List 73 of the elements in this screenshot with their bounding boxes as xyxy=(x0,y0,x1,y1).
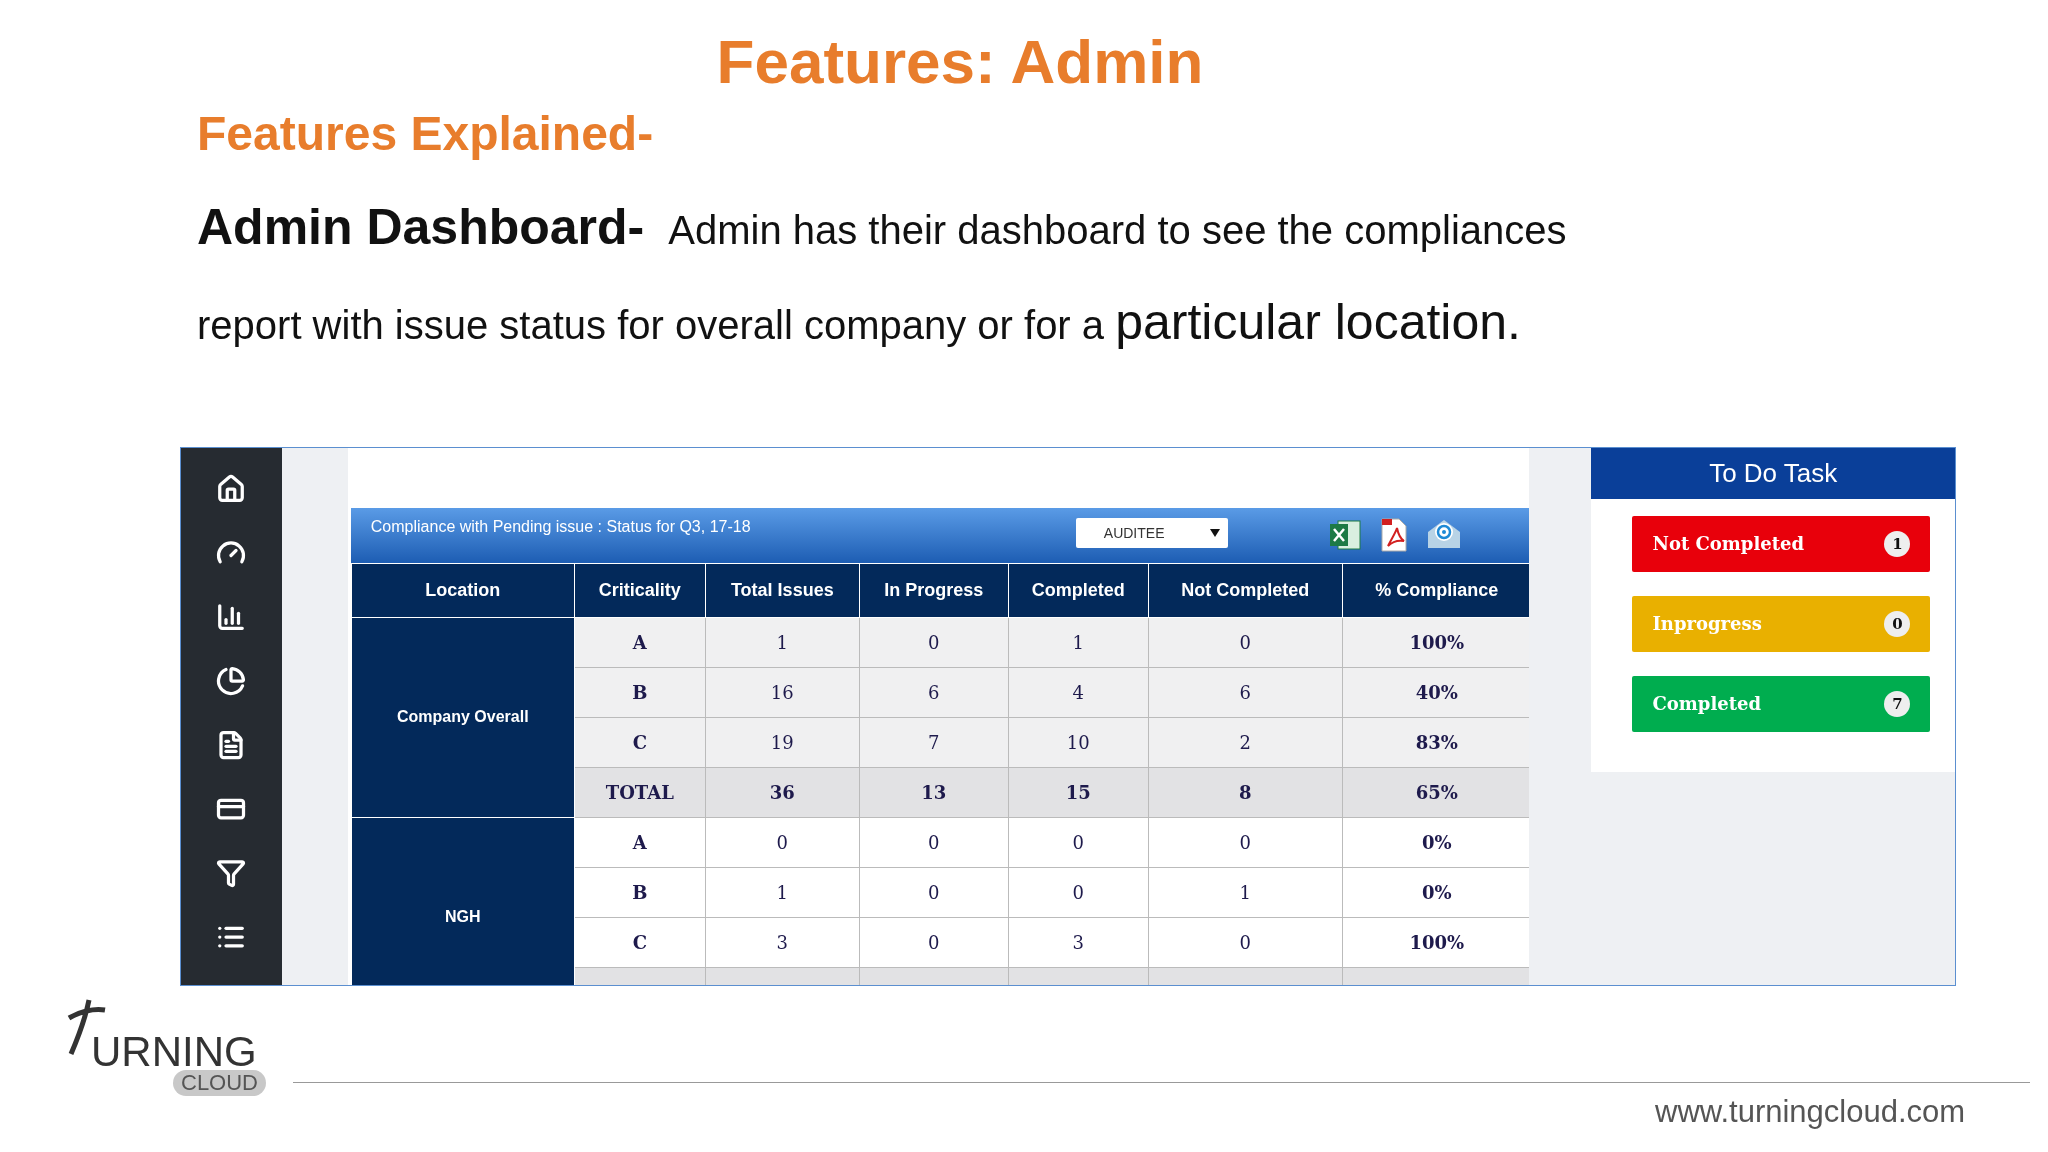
filter-icon[interactable] xyxy=(216,858,247,888)
table-cell: 7 xyxy=(859,717,1009,768)
caret-icon xyxy=(1209,529,1220,537)
table-cell: 0 xyxy=(1148,617,1343,668)
description-paragraph: Admin Dashboard- Admin has their dashboard to see the compliances report with issue status for overall company or for a particular location. xyxy=(197,198,1568,352)
pie-chart-icon[interactable] xyxy=(216,666,247,696)
table-cell: 83% xyxy=(1342,717,1530,768)
home-icon[interactable] xyxy=(216,474,247,504)
column-header: In Progress xyxy=(859,563,1009,618)
spreadsheet-icon[interactable] xyxy=(1327,518,1362,552)
slide-subtitle: Features Explained- xyxy=(197,108,655,161)
column-header: Location xyxy=(351,563,575,618)
count-badge: 0 xyxy=(1884,611,1911,637)
email-icon[interactable] xyxy=(1425,518,1462,550)
column-header: % Compliance xyxy=(1342,563,1530,618)
table-cell: 40% xyxy=(1342,667,1530,718)
table-cell: 3 xyxy=(705,917,860,968)
count-badge: 1 xyxy=(1884,531,1911,557)
pdf-icon[interactable] xyxy=(1379,518,1408,552)
task-status-button[interactable]: Not Completed 1 xyxy=(1632,516,1931,572)
table-cell: 0 xyxy=(1148,917,1343,968)
table-cell: 8 xyxy=(1148,767,1343,818)
table-cell: 1 xyxy=(1148,867,1343,918)
table-cell: 1 xyxy=(1008,617,1149,668)
table-cell: 6 xyxy=(859,667,1009,718)
table-cell: A xyxy=(574,617,706,668)
table-cell: 16 xyxy=(705,667,860,718)
table-cell: 0 xyxy=(859,817,1009,868)
table-cell: 15 xyxy=(1008,767,1149,818)
table-cell: 1 xyxy=(705,617,860,668)
table-cell: 10 xyxy=(1008,717,1149,768)
table-cell: 0 xyxy=(859,617,1009,668)
company-logo: URNING CLOUD xyxy=(55,994,265,1109)
table-cell: C xyxy=(574,717,706,768)
count-badge: 7 xyxy=(1884,691,1911,717)
table-cell: 100% xyxy=(1342,617,1530,668)
bar-chart-icon[interactable] xyxy=(216,602,247,632)
table-cell: 0 xyxy=(1008,817,1149,868)
column-header: Total Issues xyxy=(705,563,860,618)
report-title: Compliance with Pending issue : Status for Q3, 17-18 xyxy=(370,518,752,536)
location-cell: Company Overall xyxy=(351,617,575,818)
table-cell: 13 xyxy=(859,767,1009,818)
table-cell: 65% xyxy=(1342,767,1530,818)
table-cell: 0 xyxy=(1008,867,1149,918)
table-cell: TOTAL xyxy=(574,767,706,818)
table-cell: B xyxy=(574,667,706,718)
website-url: www.turningcloud.com xyxy=(1655,1094,1966,1130)
table-cell: 0 xyxy=(1148,817,1343,868)
column-header: Not Completed xyxy=(1148,563,1343,618)
table-cell: 0% xyxy=(1342,867,1530,918)
table-cell: A xyxy=(574,817,706,868)
table-cell: 0 xyxy=(859,917,1009,968)
table-cell: 100% xyxy=(1342,917,1530,968)
column-header: Criticality xyxy=(574,563,706,618)
table-cell: 36 xyxy=(705,767,860,818)
table-cell: 4 xyxy=(1008,667,1149,718)
table-cell: 19 xyxy=(705,717,860,768)
table-cell: 0 xyxy=(859,867,1009,918)
location-cell: NGH xyxy=(351,817,575,985)
table-cell: 2 xyxy=(1148,717,1343,768)
table-cell: B xyxy=(574,867,706,918)
table-cell: 0 xyxy=(705,817,860,868)
table-cell: 0% xyxy=(1342,817,1530,868)
table-cell: 6 xyxy=(1148,667,1343,718)
slide-title: Features: Admin xyxy=(715,28,1205,97)
todo-header: To Do Task xyxy=(1591,448,1955,499)
table-cell: C xyxy=(574,917,706,968)
task-status-button[interactable]: Completed 7 xyxy=(1632,676,1931,732)
auditee-dropdown[interactable]: AUDITEE xyxy=(1075,518,1228,548)
column-header: Completed xyxy=(1008,563,1149,618)
table-cell: 1 xyxy=(705,867,860,918)
task-status-button[interactable]: Inprogress 0 xyxy=(1632,596,1931,652)
table-cell: 3 xyxy=(1008,917,1149,968)
